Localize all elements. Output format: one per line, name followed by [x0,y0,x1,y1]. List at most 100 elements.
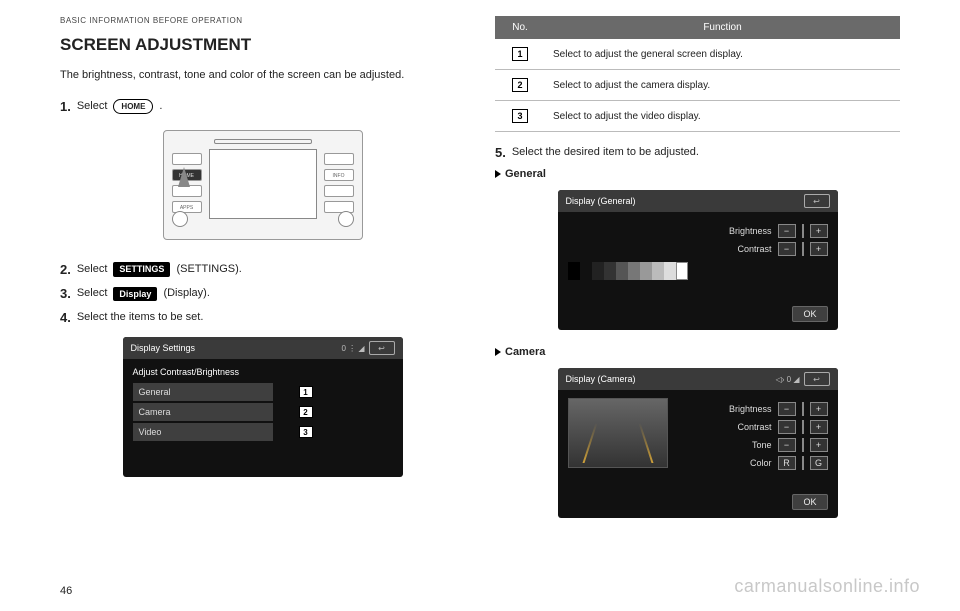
status-icons: ◁› 0 ◢ ↩ [776,372,830,386]
cam-contrast-plus-button[interactable]: + [810,420,828,434]
brightness-plus-button[interactable]: + [810,224,828,238]
ok-button[interactable]: OK [792,306,827,322]
fn-desc-1: Select to adjust the general screen disp… [545,39,900,70]
highlight-arrow-icon [178,167,190,187]
section-general: General [495,168,900,180]
brightness-label: Brightness [716,226,772,236]
fn-desc-3: Select to adjust the video display. [545,101,900,132]
running-head: BASIC INFORMATION BEFORE OPERATION [60,16,465,25]
back-icon[interactable]: ↩ [804,194,830,208]
step-2-text-before: Select [77,262,108,277]
list-item-general-label: General [139,387,171,397]
cam-tone-label: Tone [716,440,772,450]
cam-tone-minus-button[interactable]: − [778,438,796,452]
triangle-icon [495,170,501,178]
step-1-text-after: . [159,99,162,114]
back-icon[interactable]: ↩ [369,341,395,355]
display-settings-screenshot: Display Settings 0 ⋮ ◢ ↩ Adjust Contrast… [123,337,403,477]
list-item-video[interactable]: Video 3 [133,423,273,441]
brightness-minus-button[interactable]: − [778,224,796,238]
grayscale-swatch [568,262,828,280]
tune-knob-icon [338,211,354,227]
step-1-num: 1. [60,98,71,116]
cam-color-label: Color [716,458,772,468]
cam-brightness-label: Brightness [716,404,772,414]
brightness-row: Brightness − + [568,224,828,238]
fn-th-no: No. [495,16,545,39]
step-3-num: 3. [60,285,71,303]
page-number: 46 [60,585,72,597]
list-item-camera-label: Camera [139,407,171,417]
cam-color-r-button[interactable]: R [778,456,796,470]
callout-1: 1 [299,386,313,398]
list-item-camera[interactable]: Camera 2 [133,403,273,421]
contrast-label: Contrast [716,244,772,254]
separator-icon [802,438,804,452]
step-2-num: 2. [60,261,71,279]
camera-preview-image [568,398,668,468]
display-general-screenshot: Display (General) ↩ Brightness − + Contr… [558,190,838,330]
cam-brightness-row: Brightness − + [676,402,828,416]
home-button-label: HOME [113,99,153,114]
volume-knob-icon [172,211,188,227]
hu-btn-blank-3 [324,153,354,165]
page-title: SCREEN ADJUSTMENT [60,35,465,55]
ok-button[interactable]: OK [792,494,827,510]
hu-btn-blank-1 [172,153,202,165]
separator-icon [802,456,804,470]
function-table: No. Function 1 Select to adjust the gene… [495,16,900,132]
settings-button-label: SETTINGS [113,262,170,277]
contrast-row: Contrast − + [568,242,828,256]
intro-text: The brightness, contrast, tone and color… [60,67,465,84]
table-row: 3 Select to adjust the video display. [495,101,900,132]
contrast-plus-button[interactable]: + [810,242,828,256]
step-4-num: 4. [60,309,71,327]
table-row: 1 Select to adjust the general screen di… [495,39,900,70]
fn-no-2: 2 [512,78,528,92]
step-2-paren: (SETTINGS). [176,262,241,277]
shot-settings-title: Display Settings [131,343,196,353]
cam-contrast-minus-button[interactable]: − [778,420,796,434]
contrast-minus-button[interactable]: − [778,242,796,256]
list-item-general[interactable]: General 1 [133,383,273,401]
triangle-icon [495,348,501,356]
cam-brightness-minus-button[interactable]: − [778,402,796,416]
cam-color-row: Color R G [676,456,828,470]
separator-icon [802,402,804,416]
cam-tone-row: Tone − + [676,438,828,452]
step-5-num: 5. [495,144,506,162]
table-row: 2 Select to adjust the camera display. [495,70,900,101]
shot-general-title: Display (General) [566,196,636,206]
cam-contrast-row: Contrast − + [676,420,828,434]
fn-th-function: Function [545,16,900,39]
step-2: 2. Select SETTINGS (SETTINGS). [60,261,465,279]
fn-desc-2: Select to adjust the camera display. [545,70,900,101]
step-5: 5. Select the desired item to be adjuste… [495,144,900,162]
fn-no-1: 1 [512,47,528,61]
step-5-text: Select the desired item to be adjusted. [512,145,699,160]
display-camera-screenshot: Display (Camera) ◁› 0 ◢ ↩ Brightness − + [558,368,838,518]
cam-brightness-plus-button[interactable]: + [810,402,828,416]
display-button-label: Display [113,287,157,302]
shot-settings-subtitle: Adjust Contrast/Brightness [133,367,393,377]
status-icons: 0 ⋮ ◢ ↩ [341,341,394,355]
callout-2: 2 [299,406,313,418]
list-item-video-label: Video [139,427,162,437]
separator-icon [802,242,804,256]
step-3-text-before: Select [77,286,108,301]
separator-icon [802,224,804,238]
step-4-text: Select the items to be set. [77,310,204,325]
head-unit-figure: HOME APPS INFO [60,130,465,243]
hu-btn-blank-4 [324,185,354,197]
cam-contrast-label: Contrast [716,422,772,432]
hu-btn-info: INFO [324,169,354,181]
cam-color-g-button[interactable]: G [810,456,828,470]
cam-tone-plus-button[interactable]: + [810,438,828,452]
step-4: 4. Select the items to be set. [60,309,465,327]
section-camera: Camera [495,346,900,358]
back-icon[interactable]: ↩ [804,372,830,386]
adjust-list: General 1 Camera 2 Video 3 [133,383,273,441]
fn-no-3: 3 [512,109,528,123]
step-3: 3. Select Display (Display). [60,285,465,303]
watermark: carmanualsonline.info [734,576,920,597]
